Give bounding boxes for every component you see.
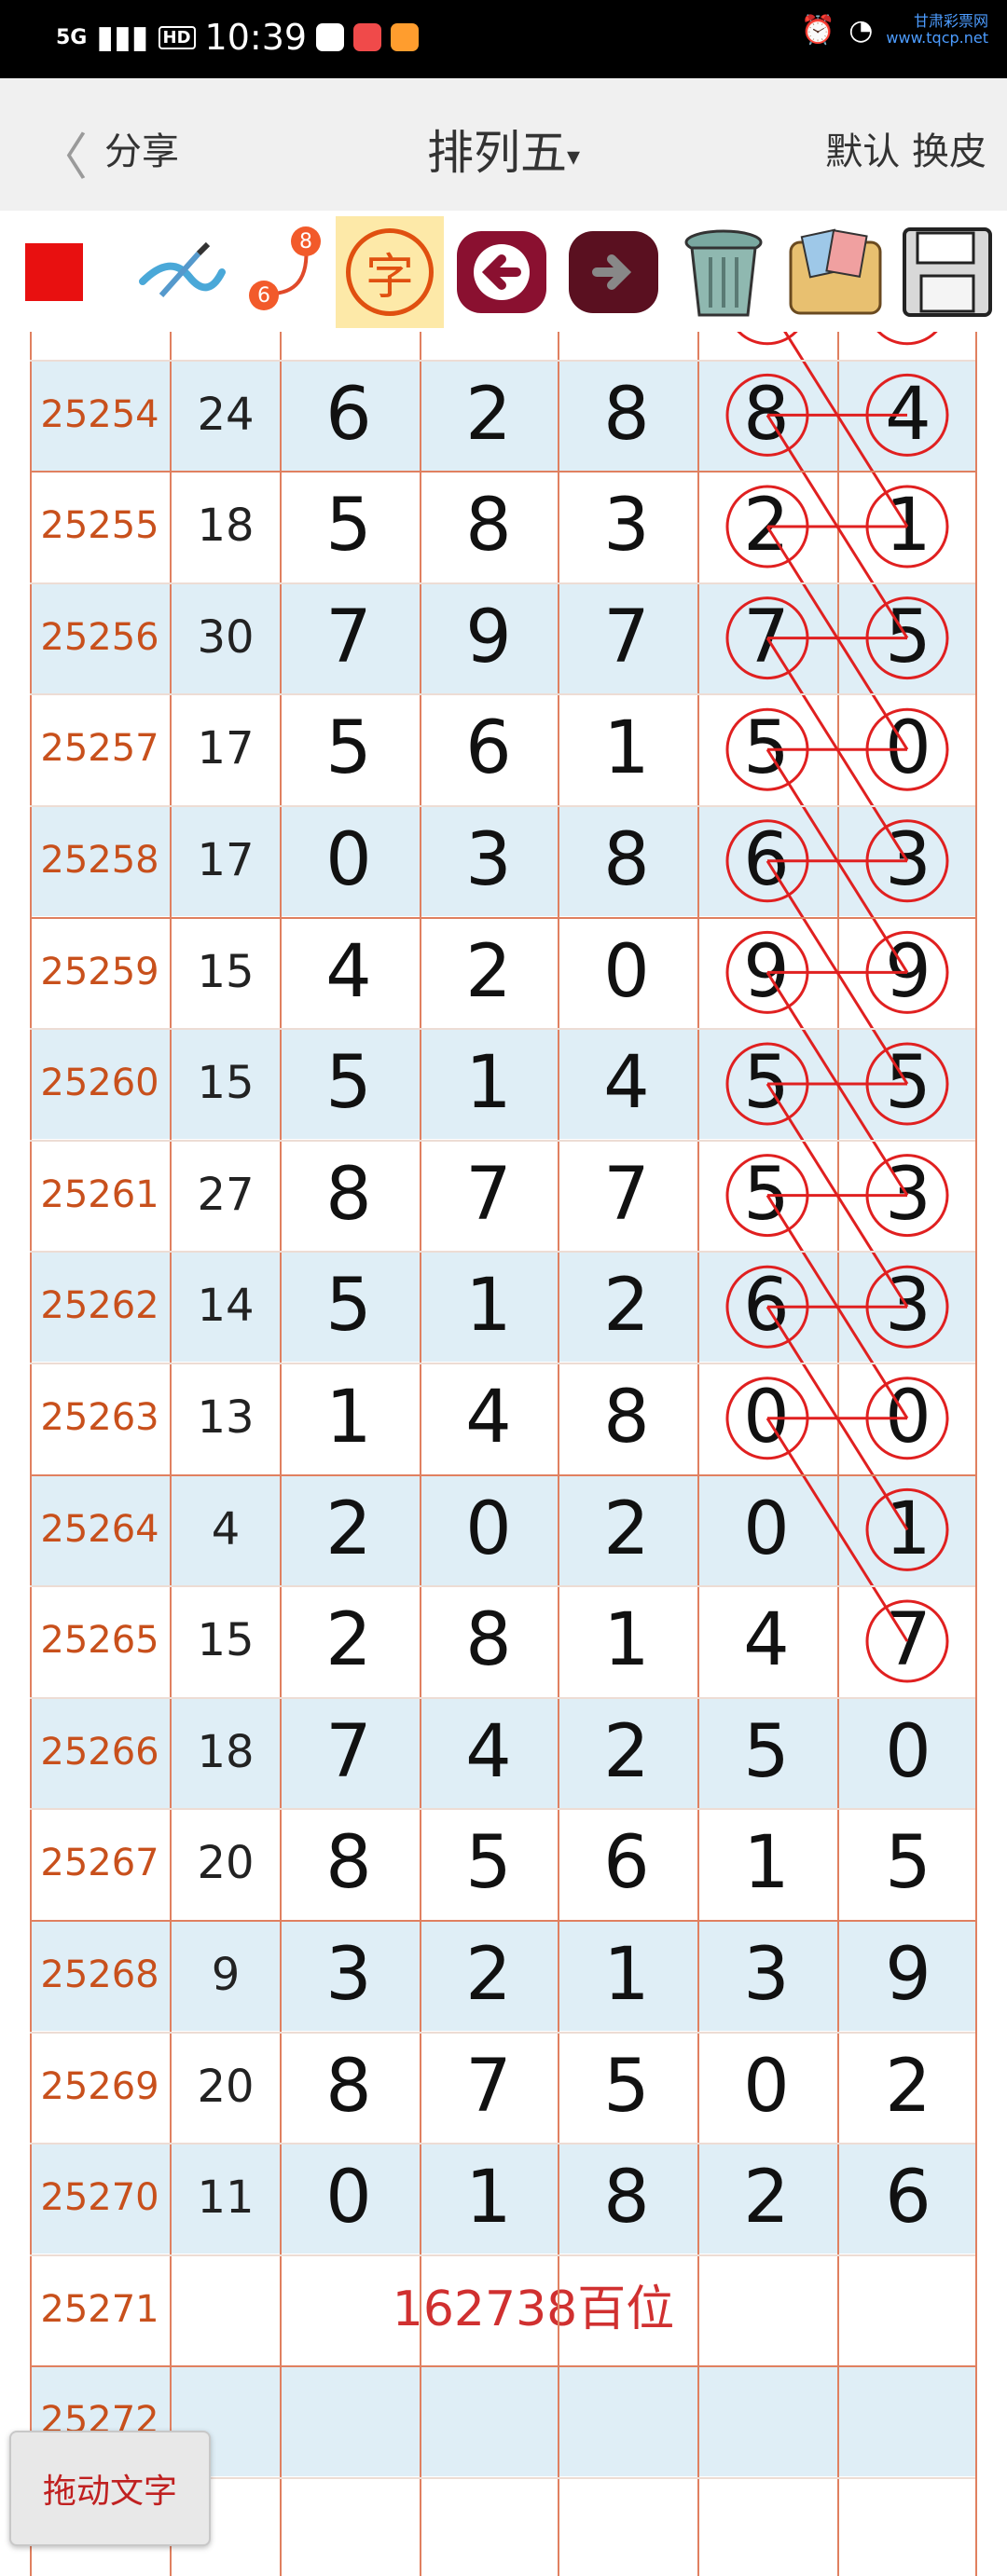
section-divider bbox=[30, 2365, 975, 2368]
connect-label-b: 6 bbox=[257, 284, 270, 308]
save-disk-icon[interactable] bbox=[893, 216, 1001, 328]
row-divider bbox=[30, 1585, 975, 1588]
row-divider bbox=[30, 359, 975, 362]
page-title-text: 排列五 bbox=[426, 126, 567, 180]
app-notification-icon bbox=[391, 23, 420, 51]
status-bar: 5G ▮▮▮ HD 10:39 ⏰ ◔ 甘肃彩票网 www.tqcp.net bbox=[0, 0, 1007, 78]
row-divider bbox=[30, 805, 975, 807]
section-divider bbox=[30, 471, 975, 473]
row-divider bbox=[30, 2143, 975, 2145]
watermark-title: 甘肃彩票网 bbox=[913, 12, 988, 30]
watermark: 甘肃彩票网 www.tqcp.net bbox=[886, 13, 988, 47]
clock-time: 10:39 bbox=[204, 17, 308, 58]
row-divider bbox=[30, 1028, 975, 1031]
annotation-overlay bbox=[725, 332, 949, 1683]
status-bar-left: 5G ▮▮▮ HD 10:39 bbox=[56, 17, 420, 58]
section-divider bbox=[30, 916, 975, 919]
row-divider bbox=[30, 1363, 975, 1364]
watermark-url: www.tqcp.net bbox=[886, 29, 988, 47]
drag-text-button[interactable]: 拖动文字 bbox=[9, 2431, 211, 2546]
row-divider bbox=[30, 1808, 975, 1811]
undo-arrow-icon[interactable] bbox=[448, 216, 556, 328]
caret-down-icon: ▾ bbox=[566, 141, 581, 171]
hd-badge: HD bbox=[158, 25, 196, 49]
draw-table[interactable]: 0900725254246288425255185832125256307977… bbox=[0, 332, 1007, 2576]
alarm-icon: ⏰ bbox=[800, 13, 836, 47]
row-divider bbox=[30, 2031, 975, 2034]
app-header: 〈 分享 排列五▾ 默认 换皮 bbox=[0, 78, 1007, 211]
header-actions: 默认 换皮 bbox=[825, 121, 986, 175]
signal-label: 5G bbox=[56, 25, 88, 49]
section-divider bbox=[30, 1920, 975, 1922]
default-button[interactable]: 默认 bbox=[825, 130, 900, 173]
pen-draw-icon[interactable] bbox=[126, 216, 234, 328]
section-divider bbox=[30, 1473, 975, 1476]
redo-arrow-icon[interactable] bbox=[559, 216, 668, 328]
text-char-label: 字 bbox=[346, 228, 434, 316]
connect-line-icon[interactable]: 8 6 bbox=[233, 216, 341, 328]
app-notification-icon bbox=[353, 23, 382, 51]
row-divider bbox=[30, 693, 975, 696]
row-divider bbox=[30, 1139, 975, 1142]
photo-folder-icon[interactable] bbox=[781, 216, 890, 328]
red-square-icon[interactable] bbox=[0, 216, 108, 328]
mark-circle bbox=[876, 332, 938, 346]
app-notification-icon bbox=[316, 23, 345, 51]
row-divider bbox=[30, 1696, 975, 1699]
text-char-icon[interactable]: 字 bbox=[336, 216, 444, 328]
mark-circle bbox=[737, 332, 798, 346]
signal-bars-icon: ▮▮▮ bbox=[96, 19, 149, 56]
skin-button[interactable]: 换皮 bbox=[912, 130, 986, 173]
wifi-icon: ◔ bbox=[848, 13, 874, 47]
row-divider bbox=[30, 2254, 975, 2256]
row-divider bbox=[30, 582, 975, 584]
connect-label-a: 8 bbox=[299, 230, 312, 253]
drawing-toolbar: 8 6 字 bbox=[0, 211, 1007, 332]
row-divider bbox=[30, 1251, 975, 1254]
status-bar-right: ⏰ ◔ 甘肃彩票网 www.tqcp.net bbox=[801, 13, 988, 47]
trash-can-icon[interactable] bbox=[669, 216, 778, 328]
